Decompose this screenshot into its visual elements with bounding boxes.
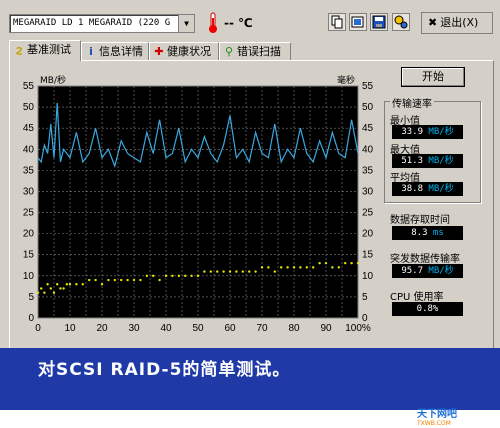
info-icon: i <box>89 45 93 58</box>
avg-value: 38.8 <box>401 184 423 194</box>
y-axis-unit-left: MB/秒 <box>40 76 66 86</box>
benchmark-icon: ϩ <box>15 43 23 56</box>
min-value: 33.9 <box>401 127 423 137</box>
copy-screenshot-button[interactable] <box>349 13 367 31</box>
watermark-logo: 天下网吧 TXWB.COM <box>417 410 457 428</box>
copy-info-button[interactable] <box>328 13 346 31</box>
max-unit: MB/秒 <box>428 156 454 166</box>
min-unit: MB/秒 <box>428 127 454 137</box>
exit-label: 退出(X) <box>440 16 479 29</box>
access-time-unit: ms <box>432 228 444 238</box>
drive-select-value: MEGARAID LD 1 MEGARAID (220 G <box>13 18 171 28</box>
tab-error-scan[interactable]: ⚲ 错误扫描 <box>219 42 291 60</box>
exit-button[interactable]: ✖ 退出(X) <box>421 12 493 34</box>
tab-health[interactable]: ✚ 健康状况 <box>149 42 219 60</box>
camera-icon <box>351 16 364 28</box>
tab-error-scan-label: 错误扫描 <box>237 45 281 58</box>
options-button[interactable] <box>392 13 410 31</box>
temperature-readout: -- ℃ <box>224 16 253 30</box>
avg-value-display: 38.8 MB/秒 <box>392 182 463 196</box>
access-time-display: 8.3 ms <box>392 226 463 240</box>
options-icon <box>394 15 408 29</box>
close-icon: ✖ <box>428 16 438 29</box>
access-time-value: 8.3 <box>411 228 428 238</box>
start-button[interactable]: 开始 <box>401 67 465 87</box>
chevron-down-icon[interactable]: ▼ <box>178 15 194 32</box>
avg-unit: MB/秒 <box>428 184 454 194</box>
toolbar: MEGARAID LD 1 MEGARAID (220 G ▼ -- ℃ ✖ 退出… <box>0 0 500 38</box>
y-axis-unit-right: 毫秒 <box>337 76 356 86</box>
drive-select[interactable]: MEGARAID LD 1 MEGARAID (220 G ▼ <box>9 14 195 33</box>
thermometer-icon <box>209 12 217 33</box>
max-value-display: 51.3 MB/秒 <box>392 154 463 168</box>
watermark-site: TXWB.COM <box>417 420 451 427</box>
tab-health-label: 健康状况 <box>167 45 211 58</box>
floppy-icon <box>372 15 386 29</box>
copy-icon <box>331 15 343 29</box>
burst-rate-label: 突发数据传输率 <box>390 254 460 265</box>
magnifier-icon: ⚲ <box>224 45 234 58</box>
transfer-rate-title: 传输速率 <box>390 95 434 110</box>
access-time-label: 数据存取时间 <box>390 215 450 226</box>
tab-benchmark[interactable]: ϩ 基准测试 <box>9 40 81 61</box>
tab-info[interactable]: i 信息详情 <box>81 42 149 60</box>
max-value: 51.3 <box>401 156 423 166</box>
cpu-usage-value: 0.8% <box>416 304 439 314</box>
cpu-usage-display: 0.8% <box>392 302 463 316</box>
burst-rate-display: 95.7 MB/秒 <box>392 264 463 278</box>
caption-text: 对SCSI RAID-5的简单测试。 <box>38 360 291 380</box>
burst-rate-unit: MB/秒 <box>428 266 454 276</box>
min-value-display: 33.9 MB/秒 <box>392 125 463 139</box>
cpu-usage-label: CPU 使用率 <box>390 292 444 303</box>
burst-rate-value: 95.7 <box>401 266 423 276</box>
health-cross-icon: ✚ <box>154 45 164 58</box>
save-button[interactable] <box>370 13 388 31</box>
tab-benchmark-label: 基准测试 <box>27 43 71 56</box>
tab-info-label: 信息详情 <box>99 45 143 58</box>
